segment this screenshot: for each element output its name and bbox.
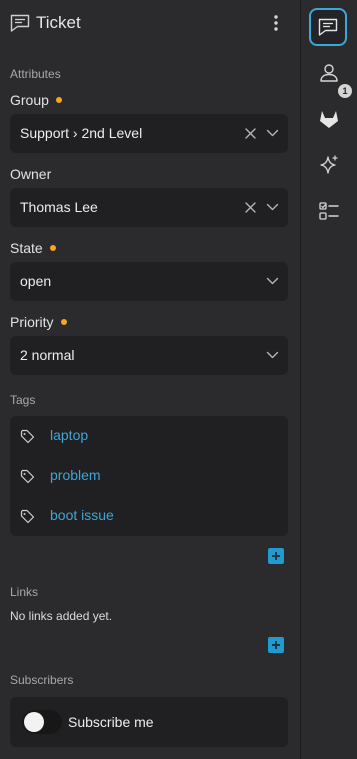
tag-label[interactable]: problem xyxy=(50,467,101,483)
tags-section-label: Tags xyxy=(10,393,36,407)
gitlab-icon xyxy=(320,111,338,128)
priority-field-label: Priority xyxy=(10,314,67,330)
chevron-down-icon[interactable] xyxy=(266,276,279,286)
owner-label-text: Owner xyxy=(10,166,52,182)
chevron-down-icon[interactable] xyxy=(266,350,279,360)
rail-checklist-button[interactable] xyxy=(310,192,348,230)
required-indicator xyxy=(49,245,56,251)
panel-header: Ticket xyxy=(0,0,300,46)
kebab-menu-icon[interactable] xyxy=(266,12,286,34)
ai-sparkle-icon xyxy=(320,155,338,174)
group-value: Support › 2nd Level xyxy=(20,125,143,141)
tag-icon xyxy=(20,429,35,444)
panel-title: Ticket xyxy=(36,13,81,32)
customer-count-badge: 1 xyxy=(338,84,352,98)
subscribe-toggle[interactable] xyxy=(22,710,62,734)
attributes-section-label: Attributes xyxy=(10,67,61,81)
group-field-label: Group xyxy=(10,92,62,108)
subscribe-row: Subscribe me xyxy=(10,697,288,747)
priority-label-text: Priority xyxy=(10,314,54,330)
tag-icon xyxy=(20,469,35,484)
toggle-knob xyxy=(24,712,44,732)
required-indicator xyxy=(60,319,67,325)
state-label-text: State xyxy=(10,240,43,256)
subscribers-section-label: Subscribers xyxy=(10,673,74,687)
state-field-label: State xyxy=(10,240,56,256)
chevron-down-icon[interactable] xyxy=(266,128,279,138)
checklist-icon xyxy=(319,202,339,220)
required-indicator xyxy=(55,97,62,103)
clear-icon[interactable] xyxy=(244,127,257,140)
group-select[interactable]: Support › 2nd Level xyxy=(10,114,288,153)
rail-gitlab-button[interactable] xyxy=(310,100,348,138)
tag-label[interactable]: boot issue xyxy=(50,507,114,523)
owner-field-label: Owner xyxy=(10,166,51,182)
ticket-chat-icon xyxy=(318,18,338,36)
ticket-sidebar-panel: Ticket Attributes Group Support › 2nd Le… xyxy=(0,0,300,759)
add-tag-button[interactable] xyxy=(268,548,284,564)
priority-select[interactable]: 2 normal xyxy=(10,336,288,375)
owner-select[interactable]: Thomas Lee xyxy=(10,188,288,227)
subscribe-label: Subscribe me xyxy=(68,714,154,730)
owner-value: Thomas Lee xyxy=(20,199,98,215)
add-link-button[interactable] xyxy=(268,637,284,653)
tag-icon xyxy=(20,509,35,524)
ticket-chat-icon xyxy=(10,14,30,32)
chevron-down-icon[interactable] xyxy=(266,202,279,212)
clear-icon[interactable] xyxy=(244,201,257,214)
state-value: open xyxy=(20,273,52,289)
group-label-text: Group xyxy=(10,92,49,108)
rail-ai-button[interactable] xyxy=(310,146,348,184)
tag-label[interactable]: laptop xyxy=(50,427,88,443)
links-section-label: Links xyxy=(10,585,39,599)
customer-person-icon xyxy=(320,64,338,82)
links-empty-text: No links added yet. xyxy=(10,609,113,623)
state-select[interactable]: open xyxy=(10,262,288,301)
sidebar-rail xyxy=(300,0,357,759)
tags-list: laptop problem boot issue xyxy=(10,416,288,536)
rail-ticket-button[interactable] xyxy=(309,8,347,46)
priority-value: 2 normal xyxy=(20,347,75,363)
